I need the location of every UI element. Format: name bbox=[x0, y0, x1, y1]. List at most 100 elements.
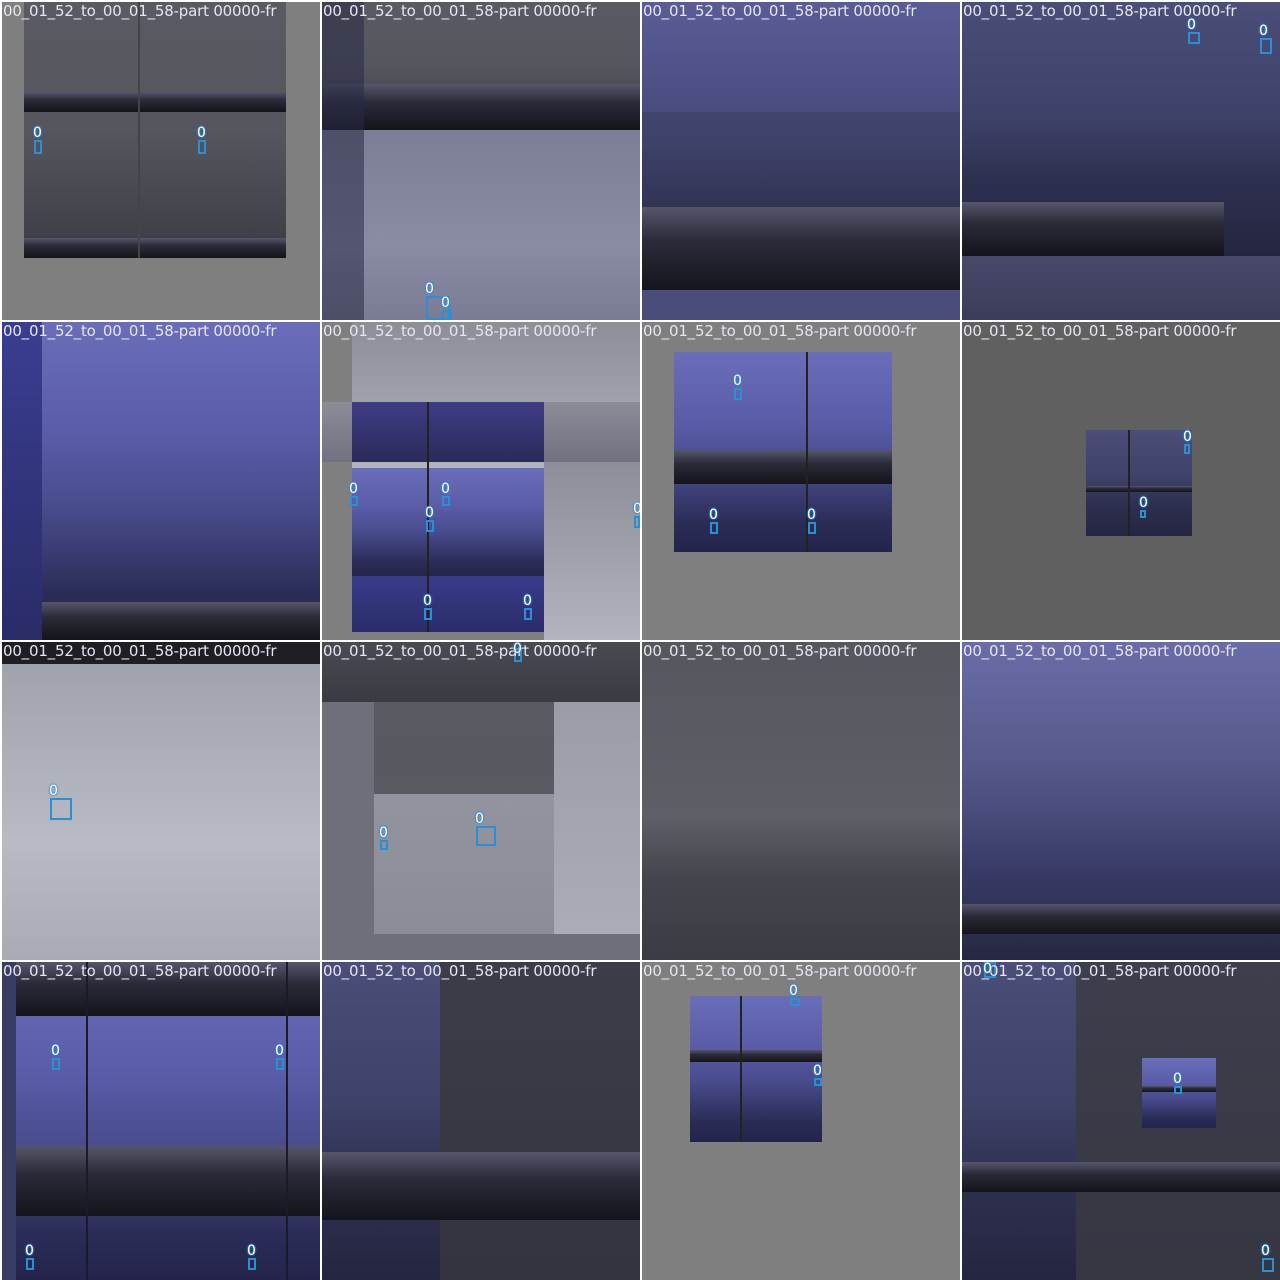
mosaic-tile: 0 0 00_01_52_to_00_01_58-part 00000-fr bbox=[322, 2, 640, 320]
image-region bbox=[24, 2, 286, 258]
mosaic-tile: 00_01_52_to_00_01_58-part 00000-fr bbox=[962, 642, 1280, 960]
image-region bbox=[962, 904, 1280, 934]
mosaic-tile: 0 0 0 00_01_52_to_00_01_58-part 00000-fr bbox=[962, 962, 1280, 1280]
detection-box bbox=[276, 1058, 284, 1070]
mosaic-tile: 00_01_52_to_00_01_58-part 00000-fr bbox=[2, 322, 320, 640]
image-region bbox=[286, 962, 288, 1280]
detection-class-label: 0 bbox=[813, 1063, 822, 1079]
image-region bbox=[352, 576, 544, 632]
detection-class-label: 0 bbox=[441, 295, 450, 311]
image-region bbox=[690, 996, 822, 1142]
detection-class-label: 0 bbox=[807, 507, 816, 523]
detection-class-label: 0 bbox=[275, 1043, 284, 1059]
detection-box bbox=[1260, 38, 1272, 54]
detection-class-label: 0 bbox=[33, 125, 42, 141]
image-region bbox=[374, 776, 554, 794]
image-region bbox=[86, 962, 88, 1280]
detection-class-label: 0 bbox=[633, 501, 640, 517]
detection-class-label: 0 bbox=[247, 1243, 256, 1259]
mosaic-tile: 0 0 00_01_52_to_00_01_58-part 00000-fr bbox=[962, 322, 1280, 640]
tile-filename-label: 00_01_52_to_00_01_58-part 00000-fr bbox=[3, 2, 277, 20]
tile-filename-label: 00_01_52_to_00_01_58-part 00000-fr bbox=[963, 642, 1237, 660]
image-region bbox=[322, 130, 640, 320]
detection-class-label: 0 bbox=[1187, 17, 1196, 33]
image-region bbox=[690, 1050, 822, 1062]
detection-box bbox=[26, 1258, 34, 1270]
image-region bbox=[642, 290, 960, 320]
detection-class-label: 0 bbox=[1259, 23, 1268, 39]
detection-box bbox=[734, 388, 742, 400]
detection-box bbox=[34, 140, 42, 154]
detection-class-label: 0 bbox=[49, 783, 58, 799]
tile-filename-label: 00_01_52_to_00_01_58-part 00000-fr bbox=[643, 2, 917, 20]
tile-filename-label: 00_01_52_to_00_01_58-part 00000-fr bbox=[963, 962, 1237, 980]
mosaic-tile: 0 0 00_01_52_to_00_01_58-part 00000-fr bbox=[962, 2, 1280, 320]
tile-filename-label: 00_01_52_to_00_01_58-part 00000-fr bbox=[323, 2, 597, 20]
image-region bbox=[554, 702, 640, 934]
detection-box bbox=[442, 310, 452, 320]
image-region bbox=[322, 1152, 640, 1220]
tile-filename-label: 00_01_52_to_00_01_58-part 00000-fr bbox=[3, 642, 277, 660]
detection-box bbox=[710, 522, 718, 534]
mosaic-tile: 00_01_52_to_00_01_58-part 00000-fr bbox=[322, 962, 640, 1280]
detection-box bbox=[442, 496, 450, 506]
detection-box bbox=[1140, 510, 1146, 518]
detection-box bbox=[790, 998, 800, 1006]
image-region bbox=[1086, 430, 1192, 536]
image-region bbox=[24, 92, 286, 112]
detection-box bbox=[814, 1078, 822, 1086]
image-region bbox=[962, 202, 1224, 256]
detection-box bbox=[198, 140, 206, 154]
detection-box bbox=[808, 522, 816, 534]
detection-class-label: 0 bbox=[1139, 495, 1148, 511]
detection-class-label: 0 bbox=[475, 811, 484, 827]
detection-box bbox=[1184, 444, 1190, 454]
image-region bbox=[642, 207, 960, 292]
image-region bbox=[674, 450, 892, 484]
detection-class-label: 0 bbox=[441, 481, 450, 497]
image-region bbox=[642, 642, 960, 960]
tile-filename-label: 00_01_52_to_00_01_58-part 00000-fr bbox=[643, 642, 917, 660]
mosaic-tile: 0 0 0 0 00_01_52_to_00_01_58-part 00000-fr bbox=[2, 962, 320, 1280]
detection-box bbox=[426, 520, 434, 532]
image-region bbox=[740, 996, 742, 1142]
image-region bbox=[16, 1146, 320, 1216]
detection-box bbox=[248, 1258, 256, 1270]
tile-filename-label: 00_01_52_to_00_01_58-part 00000-fr bbox=[643, 322, 917, 340]
detection-box bbox=[380, 840, 388, 850]
detection-class-label: 0 bbox=[425, 505, 434, 521]
detection-class-label: 0 bbox=[1261, 1243, 1270, 1259]
detection-box bbox=[476, 826, 496, 846]
detection-class-label: 0 bbox=[709, 507, 718, 523]
detection-class-label: 0 bbox=[379, 825, 388, 841]
detection-box bbox=[50, 798, 72, 820]
detection-class-label: 0 bbox=[1183, 429, 1192, 445]
tile-filename-label: 00_01_52_to_00_01_58-part 00000-fr bbox=[323, 642, 597, 660]
image-mosaic-grid: 0 0 00_01_52_to_00_01_58-part 00000-fr 0 0 00… bbox=[0, 0, 1280, 1280]
image-region bbox=[1128, 430, 1130, 536]
image-region bbox=[24, 238, 286, 258]
image-region bbox=[374, 794, 554, 934]
image-region bbox=[962, 962, 1076, 1280]
detection-class-label: 0 bbox=[733, 373, 742, 389]
image-region bbox=[42, 322, 320, 640]
mosaic-tile: 0 00_01_52_to_00_01_58-part 00000-fr bbox=[2, 642, 320, 960]
detection-box bbox=[1262, 1258, 1274, 1272]
detection-class-label: 0 bbox=[197, 125, 206, 141]
tile-filename-label: 00_01_52_to_00_01_58-part 00000-fr bbox=[323, 322, 597, 340]
mosaic-tile: 0 0 0 00_01_52_to_00_01_58-part 00000-fr bbox=[642, 322, 960, 640]
mosaic-tile: 0 0 0 00_01_52_to_00_01_58-part 00000-fr bbox=[322, 642, 640, 960]
detection-box bbox=[52, 1058, 60, 1070]
tile-filename-label: 00_01_52_to_00_01_58-part 00000-fr bbox=[3, 322, 277, 340]
detection-class-label: 0 bbox=[425, 281, 434, 297]
image-region bbox=[322, 84, 640, 130]
tile-filename-label: 00_01_52_to_00_01_58-part 00000-fr bbox=[323, 962, 597, 980]
detection-class-label: 0 bbox=[789, 983, 798, 999]
detection-class-label: 0 bbox=[983, 962, 992, 977]
detection-class-label: 0 bbox=[51, 1043, 60, 1059]
detection-box bbox=[424, 608, 432, 620]
mosaic-tile: 0 0 0 0 0 0 00_01_52_to_00_01_58-part 00000-fr bbox=[322, 322, 640, 640]
detection-class-label: 0 bbox=[349, 481, 358, 497]
mosaic-tile: 00_01_52_to_00_01_58-part 00000-fr bbox=[642, 642, 960, 960]
image-region bbox=[1086, 486, 1192, 492]
